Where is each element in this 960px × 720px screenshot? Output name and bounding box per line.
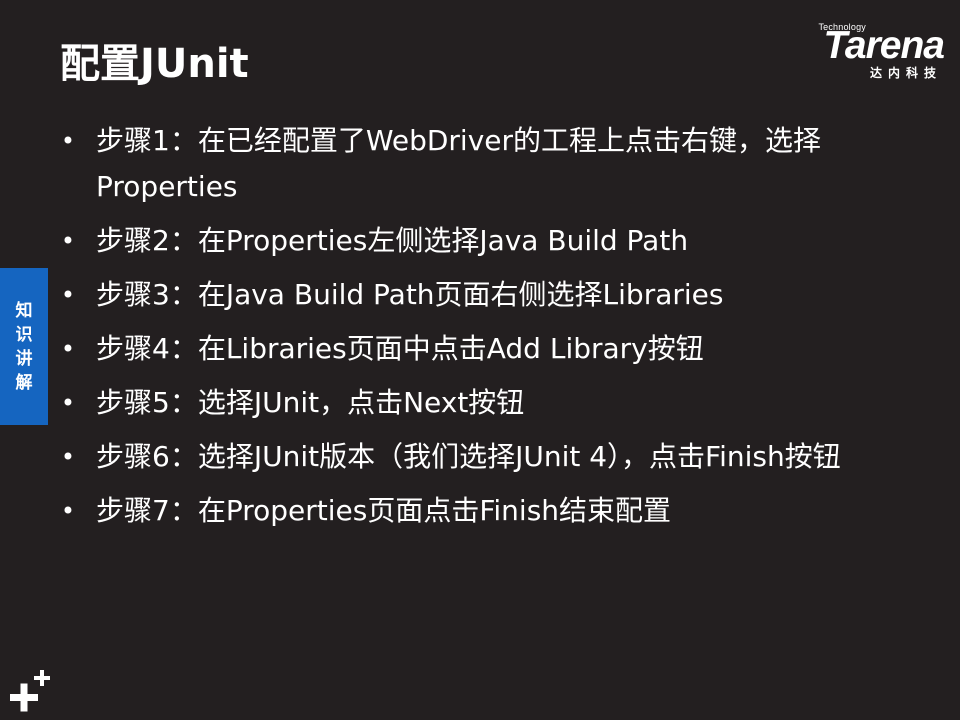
plus-plus-icon xyxy=(10,670,50,712)
bullet-icon: • xyxy=(60,335,76,363)
step-text: 步骤1：在已经配置了WebDriver的工程上点击右键，选择Properties xyxy=(96,124,822,203)
step-item: • 步骤7：在Properties页面点击Finish结束配置 xyxy=(58,488,898,534)
bullet-icon: • xyxy=(60,127,76,155)
step-text: 步骤2：在Properties左侧选择Java Build Path xyxy=(96,224,689,257)
bullet-icon: • xyxy=(60,443,76,471)
side-tab-char: 解 xyxy=(15,372,33,393)
bullet-icon: • xyxy=(60,497,76,525)
step-text: 步骤5：选择JUnit，点击Next按钮 xyxy=(96,386,525,419)
side-tab-char: 知 xyxy=(15,300,33,321)
step-text: 步骤4：在Libraries页面中点击Add Library按钮 xyxy=(96,332,704,365)
slide-title: 配置JUnit xyxy=(60,41,249,87)
bullet-icon: • xyxy=(60,281,76,309)
step-text: 步骤6：选择JUnit版本（我们选择JUnit 4），点击Finish按钮 xyxy=(96,440,841,473)
tarena-logo: Technology Tarena 达内科技 xyxy=(782,22,945,84)
side-tab-char: 识 xyxy=(15,324,33,345)
logo-wordmark: Tarena xyxy=(823,24,945,67)
step-item: • 步骤3：在Java Build Path页面右侧选择Libraries xyxy=(58,272,898,318)
step-text: 步骤7：在Properties页面点击Finish结束配置 xyxy=(96,494,672,527)
steps-list: • 步骤1：在已经配置了WebDriver的工程上点击右键，选择Properti… xyxy=(58,118,898,542)
step-item: • 步骤4：在Libraries页面中点击Add Library按钮 xyxy=(58,326,898,372)
bullet-icon: • xyxy=(60,389,76,417)
logo-chinese-name: 达内科技 xyxy=(869,66,942,80)
step-item: • 步骤1：在已经配置了WebDriver的工程上点击右键，选择Properti… xyxy=(58,118,898,210)
side-tab-char: 讲 xyxy=(15,348,33,369)
side-tab-knowledge: 知 识 讲 解 xyxy=(0,268,48,425)
bullet-icon: • xyxy=(60,227,76,255)
step-item: • 步骤6：选择JUnit版本（我们选择JUnit 4），点击Finish按钮 xyxy=(58,434,898,480)
step-item: • 步骤5：选择JUnit，点击Next按钮 xyxy=(58,380,898,426)
step-text: 步骤3：在Java Build Path页面右侧选择Libraries xyxy=(96,278,724,311)
step-item: • 步骤2：在Properties左侧选择Java Build Path xyxy=(58,218,898,264)
